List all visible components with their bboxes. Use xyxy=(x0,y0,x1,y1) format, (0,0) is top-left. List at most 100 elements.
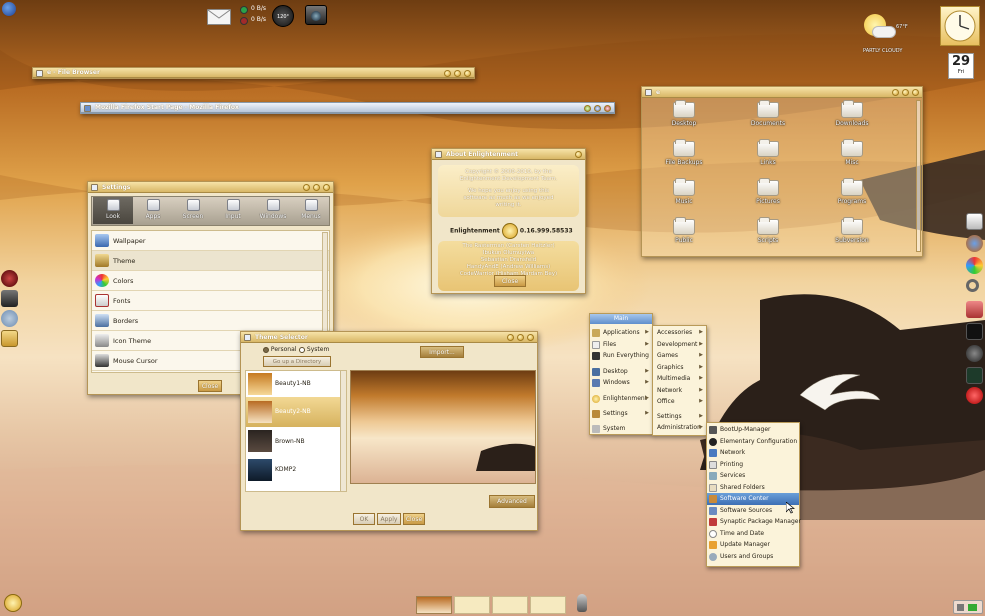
maximize-button[interactable] xyxy=(594,105,601,112)
pager-desk-3[interactable] xyxy=(492,596,528,614)
folder-programs[interactable]: Programs xyxy=(822,178,882,205)
menu-item-run-everything[interactable]: Run Everything xyxy=(590,350,652,362)
terminal-icon[interactable] xyxy=(966,323,983,340)
iconify-button[interactable] xyxy=(892,89,899,96)
tray-network-icon[interactable] xyxy=(957,604,964,611)
firefox-titlebar[interactable]: Mozilla Firefox Start Page - Mozilla Fir… xyxy=(81,103,614,113)
ok-button[interactable]: OK xyxy=(353,513,375,525)
settings-item-wallpaper[interactable]: Wallpaper xyxy=(92,231,329,251)
radio-system[interactable]: System xyxy=(299,346,329,353)
close-button[interactable] xyxy=(604,105,611,112)
maximize-button[interactable] xyxy=(517,334,524,341)
iconify-button[interactable] xyxy=(444,70,451,77)
settings-close-button[interactable]: Close xyxy=(198,380,222,392)
folder-links[interactable]: Links xyxy=(738,139,798,166)
maximize-button[interactable] xyxy=(454,70,461,77)
advanced-button[interactable]: Advanced xyxy=(489,495,535,508)
menu-item-enlightenment[interactable]: Enlightenment ▶ xyxy=(590,393,652,405)
folder-music[interactable]: Music xyxy=(654,178,714,205)
power-icon[interactable] xyxy=(1,270,18,287)
close-button[interactable] xyxy=(912,89,919,96)
package-icon[interactable] xyxy=(966,301,983,318)
menu-item-files[interactable]: Files ▶ xyxy=(590,339,652,351)
folder-misc[interactable]: Misc xyxy=(822,139,882,166)
menu-item-network[interactable]: Network xyxy=(707,447,799,459)
file-browser-titlebar[interactable]: e - File Browser xyxy=(33,68,474,78)
close-button[interactable] xyxy=(464,70,471,77)
bluetooth-icon[interactable] xyxy=(1,310,18,327)
radio-personal[interactable]: Personal xyxy=(263,346,296,353)
file-manager-icon[interactable] xyxy=(966,213,983,230)
menu-item-system[interactable]: System xyxy=(590,423,652,435)
equalizer-icon[interactable] xyxy=(1,290,18,307)
menu-item-printing[interactable]: Printing xyxy=(707,459,799,471)
menu-item-desktop[interactable]: Desktop ▶ xyxy=(590,366,652,378)
folder-public[interactable]: Public xyxy=(654,217,714,244)
menu-item-synaptic[interactable]: Synaptic Package Manager xyxy=(707,516,801,528)
menu-item-bootup-manager[interactable]: BootUp-Manager xyxy=(707,424,799,436)
about-titlebar[interactable]: About Enlightenment xyxy=(432,149,585,160)
import-button[interactable]: Import... xyxy=(420,346,464,358)
folder-documents[interactable]: Documents xyxy=(738,100,798,127)
theme-item-beauty2[interactable]: Beauty2-NB xyxy=(246,397,341,427)
tab-apps[interactable]: Apps xyxy=(133,197,173,224)
menu-item-office[interactable]: Office ▶ xyxy=(653,396,706,408)
settings-titlebar[interactable]: Settings xyxy=(88,182,333,193)
menu-item-update-manager[interactable]: Update Manager xyxy=(707,539,799,551)
tab-input[interactable]: Input xyxy=(213,197,253,224)
pager-desk-2[interactable] xyxy=(454,596,490,614)
firefox-window[interactable]: Mozilla Firefox Start Page - Mozilla Fir… xyxy=(80,102,615,114)
menu-item-network[interactable]: Network ▶ xyxy=(653,385,706,397)
settings-item-borders[interactable]: Borders xyxy=(92,311,329,331)
menu-item-settings[interactable]: Settings ▶ xyxy=(653,411,706,423)
tray-battery-icon[interactable] xyxy=(968,604,977,611)
about-window[interactable]: About Enlightenment Copyright © 2000-201… xyxy=(431,148,586,294)
tab-look[interactable]: Look xyxy=(93,197,133,224)
calendar-gadget[interactable]: 29 Fri xyxy=(948,53,974,79)
theme-selector-window[interactable]: Theme Selector Personal System Go up a D… xyxy=(240,331,538,531)
iconify-button[interactable] xyxy=(303,184,310,191)
folder-downloads[interactable]: Downloads xyxy=(822,100,882,127)
tools-icon[interactable] xyxy=(1,330,18,347)
theme-item-brown[interactable]: Brown-NB xyxy=(246,427,341,456)
menu-item-graphics[interactable]: Graphics ▶ xyxy=(653,362,706,374)
search-icon[interactable] xyxy=(966,279,979,292)
menu-item-applications[interactable]: Applications ▶ xyxy=(590,327,652,339)
theme-item-kdmp2[interactable]: KDMP2 xyxy=(246,456,341,484)
pager-desk-1[interactable] xyxy=(416,596,452,614)
menu-item-windows[interactable]: Windows ▶ xyxy=(590,377,652,389)
firefox-launcher-icon[interactable] xyxy=(1,1,17,17)
about-close-button[interactable]: Close xyxy=(494,275,526,287)
folder-file-backups[interactable]: File Backups xyxy=(654,139,714,166)
folder-desktop[interactable]: Desktop xyxy=(654,100,714,127)
menu-item-administration[interactable]: Administration ▶ xyxy=(653,422,706,434)
apply-button[interactable]: Apply xyxy=(377,513,401,525)
tab-menus[interactable]: Menus xyxy=(291,197,331,224)
theme-item-beauty1[interactable]: Beauty1-NB xyxy=(246,371,341,397)
menu-item-time-and-date[interactable]: Time and Date xyxy=(707,528,799,540)
scrollbar[interactable] xyxy=(340,371,346,491)
menu-item-elementary-configuration[interactable]: Elementary Configuration xyxy=(707,436,799,448)
menu-item-development[interactable]: Development ▶ xyxy=(653,339,706,351)
tab-windows[interactable]: Windows xyxy=(253,197,293,224)
up-directory-button[interactable]: Go up a Directory xyxy=(263,356,331,367)
paint-icon[interactable] xyxy=(966,257,983,274)
tab-screen[interactable]: Screen xyxy=(173,197,213,224)
settings-item-fonts[interactable]: Fonts xyxy=(92,291,329,311)
close-button[interactable]: Close xyxy=(403,513,425,525)
maximize-button[interactable] xyxy=(313,184,320,191)
home-folder-titlebar[interactable]: e xyxy=(642,87,922,98)
home-folder-window[interactable]: e Desktop Documents Downloads File Backu… xyxy=(641,86,923,257)
settings-item-colors[interactable]: Colors xyxy=(92,271,329,291)
firefox-icon[interactable] xyxy=(966,235,983,252)
menu-item-accessories[interactable]: Accessories ▶ xyxy=(653,327,706,339)
menu-item-users-and-groups[interactable]: Users and Groups xyxy=(707,551,799,563)
menu-item-shared-folders[interactable]: Shared Folders xyxy=(707,482,799,494)
mail-icon[interactable] xyxy=(207,9,231,25)
system-monitor-icon[interactable] xyxy=(966,367,983,384)
weather-gadget[interactable]: 67°F PARTLY CLOUDY xyxy=(860,12,910,58)
file-browser-window[interactable]: e - File Browser xyxy=(32,67,475,79)
settings-item-theme[interactable]: Theme xyxy=(92,251,329,271)
record-icon[interactable] xyxy=(966,387,983,404)
microphone-icon[interactable] xyxy=(577,594,587,612)
